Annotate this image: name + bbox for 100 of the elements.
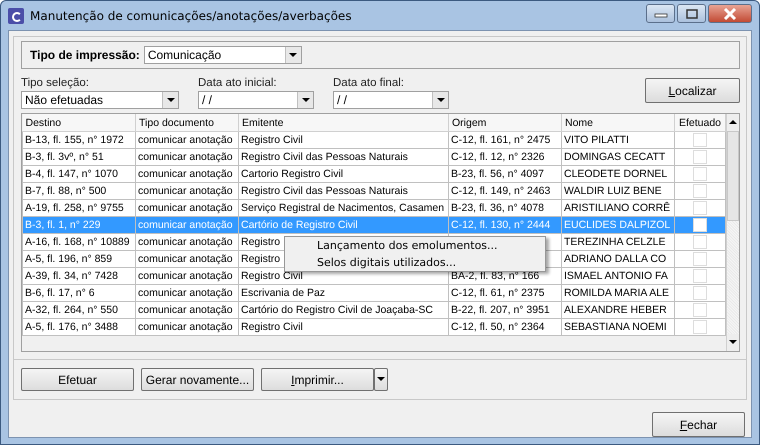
print-type-label: Tipo de impressão: xyxy=(30,48,140,62)
name-cell: DOMINGAS CECATT xyxy=(562,148,674,166)
scrollbar[interactable] xyxy=(726,114,739,351)
name-cell: TEREZINHA CELZLE xyxy=(562,234,674,250)
table-row[interactable]: B-4, fl. 147, n° 1070 comunicar anotação Cartorio Registro Civil B-23, fl. 56, n° 4097 CLEODETE DORNEL xyxy=(22,166,726,182)
checkbox[interactable] xyxy=(693,235,707,249)
caret-icon xyxy=(302,98,310,102)
name-cell: SEBASTIANA NOEMI xyxy=(562,318,674,336)
action-button[interactable]: Efetuar xyxy=(21,368,134,391)
app-logo-icon xyxy=(8,8,24,24)
name-cell: ROMILDA MARIA ALE xyxy=(562,284,674,302)
search-button[interactable]: Localizar xyxy=(645,78,740,103)
document-type-cell: comunicar anotação xyxy=(136,216,238,234)
print-type-dropdown[interactable]: Comunicação xyxy=(144,46,302,64)
destination-cell: A-5, fl. 196, n° 859 xyxy=(22,250,136,268)
caret-icon xyxy=(436,98,444,102)
table-row[interactable]: B-3, fl. 3vº, n° 51 comunicar anotação Registro Civil das Pessoas Naturais C-12, fl. 12, n° 2326 DOMINGAS CECATT xyxy=(22,148,726,166)
origin-cell: C-12, fl. 149, n° 2463 xyxy=(448,182,562,200)
issuer-cell: Cartorio Registro Civil xyxy=(238,166,448,182)
checkbox[interactable] xyxy=(693,252,707,266)
destination-cell: A-39, fl. 34, n° 7428 xyxy=(22,268,136,284)
filter-label: Tipo seleção: xyxy=(21,77,90,89)
document-type-cell: comunicar anotação xyxy=(136,318,238,336)
up-arrow-icon xyxy=(729,120,737,125)
table-row[interactable]: A-32, fl. 264, n° 550 comunicar anotação Cartório do Registro Civil de Joaçaba-SC B-22, fl. 207, n° 3951 ALEXANDRE HEBER xyxy=(22,302,726,318)
destination-cell: B-3, fl. 1, n° 229 xyxy=(22,216,136,234)
name-cell: ISMAEL ANTONIO FA xyxy=(562,268,674,284)
print-menu-button[interactable] xyxy=(374,368,388,391)
document-type-cell: comunicar anotação xyxy=(136,302,238,318)
table-row[interactable]: A-19, fl. 258, n° 9755 comunicar anotação Serviço Registral de Nacimentos, Casamen B-23, fl. 36, n° 4078 ARISTILIANO CORRÊ xyxy=(22,200,726,216)
checkbox[interactable] xyxy=(693,269,707,283)
checkbox[interactable] xyxy=(693,286,707,300)
issuer-cell: Registro Civil das Pessoas Naturais xyxy=(238,182,448,200)
filter-label: Data ato final: xyxy=(333,77,405,89)
origin-cell: C-12, fl. 12, n° 2326 xyxy=(448,148,562,166)
destination-cell: A-19, fl. 258, n° 9755 xyxy=(22,200,136,216)
column-header[interactable]: Origem xyxy=(448,114,562,132)
origin-cell: B-22, fl. 207, n° 3951 xyxy=(448,302,562,318)
destination-cell: B-7, fl. 88, n° 500 xyxy=(22,182,136,200)
caret-icon xyxy=(289,52,298,58)
origin-cell: C-12, fl. 50, n° 2364 xyxy=(448,318,562,336)
checkbox[interactable] xyxy=(693,218,707,232)
action-button[interactable]: Gerar novamente... xyxy=(141,368,254,391)
table-row[interactable]: B-13, fl. 155, n° 1972 comunicar anotação Registro Civil C-12, fl. 161, n° 2475 VITO PILATTI xyxy=(22,132,726,148)
caret-icon xyxy=(166,98,174,102)
filter-dropdown[interactable]: / / xyxy=(333,91,449,109)
name-cell: VITO PILATTI xyxy=(562,132,674,148)
table-row[interactable]: B-7, fl. 88, n° 500 comunicar anotação Registro Civil das Pessoas Naturais C-12, fl. 149, n° 2463 WALDIR LUIZ BENE xyxy=(22,182,726,200)
table-row[interactable]: B-6, fl. 17, n° 6 comunicar anotação Escrivania de Paz C-12, fl. 61, n° 2375 ROMILDA MARIA ALE xyxy=(22,284,726,302)
column-header[interactable]: Destino xyxy=(22,114,136,132)
window-title: Manutenção de comunicações/anotações/averbações xyxy=(30,8,353,22)
document-type-cell: comunicar anotação xyxy=(136,284,238,302)
document-type-cell: comunicar anotação xyxy=(136,200,238,216)
document-type-cell: comunicar anotação xyxy=(136,268,238,284)
name-cell: WALDIR LUIZ BENE xyxy=(562,182,674,200)
document-type-cell: comunicar anotação xyxy=(136,234,238,250)
issuer-cell: Registro Civil xyxy=(238,318,448,336)
checkbox[interactable] xyxy=(693,150,707,164)
issuer-cell: Cartório do Registro Civil de Joaçaba-SC xyxy=(238,302,448,318)
origin-cell: C-12, fl. 161, n° 2475 xyxy=(448,132,562,148)
filter-label: Data ato inicial: xyxy=(198,77,278,89)
column-header[interactable]: Efetuado xyxy=(674,114,726,132)
issuer-cell: Cartório de Registro Civil xyxy=(238,216,448,234)
name-cell: EUCLIDES DALPIZOL xyxy=(562,216,674,234)
name-cell: ALEXANDRE HEBER xyxy=(562,302,674,318)
column-header[interactable]: Nome xyxy=(562,114,674,132)
destination-cell: B-4, fl. 147, n° 1070 xyxy=(22,166,136,182)
checkbox[interactable] xyxy=(693,303,707,317)
origin-cell: C-12, fl. 61, n° 2375 xyxy=(448,284,562,302)
filter-dropdown[interactable]: / / xyxy=(198,91,314,109)
close-icon xyxy=(723,8,737,20)
caret-icon xyxy=(377,377,385,382)
destination-cell: A-32, fl. 264, n° 550 xyxy=(22,302,136,318)
checkbox[interactable] xyxy=(693,167,707,181)
print-button[interactable]: Imprimir... xyxy=(261,368,374,391)
document-type-cell: comunicar anotação xyxy=(136,166,238,182)
destination-cell: B-6, fl. 17, n° 6 xyxy=(22,284,136,302)
filter-dropdown[interactable]: Não efetuadas xyxy=(21,91,179,109)
maximize-button[interactable] xyxy=(677,4,706,23)
close-button[interactable] xyxy=(708,4,752,23)
destination-cell: B-3, fl. 3vº, n° 51 xyxy=(22,148,136,166)
document-type-cell: comunicar anotação xyxy=(136,182,238,200)
document-type-cell: comunicar anotação xyxy=(136,132,238,148)
name-cell: CLEODETE DORNEL xyxy=(562,166,674,182)
checkbox[interactable] xyxy=(693,320,707,334)
name-cell: ADRIANO DALLA CO xyxy=(562,250,674,268)
checkbox[interactable] xyxy=(693,133,707,147)
table-row[interactable]: A-5, fl. 176, n° 3488 comunicar anotação Registro Civil C-12, fl. 50, n° 2364 SEBASTIANA NOEMI xyxy=(22,318,726,336)
checkbox[interactable] xyxy=(693,201,707,215)
name-cell: ARISTILIANO CORRÊ xyxy=(562,200,674,216)
issuer-cell: Registro Civil das Pessoas Naturais xyxy=(238,148,448,166)
column-header[interactable]: Tipo documento xyxy=(136,114,238,132)
destination-cell: A-16, fl. 168, n° 10889 xyxy=(22,234,136,250)
close-dialog-button[interactable]: Fechar xyxy=(652,412,745,437)
minimize-button[interactable] xyxy=(646,4,675,23)
issuer-cell: Escrivania de Paz xyxy=(238,284,448,302)
checkbox[interactable] xyxy=(693,184,707,198)
column-header[interactable]: Emitente xyxy=(238,114,448,132)
destination-cell: B-13, fl. 155, n° 1972 xyxy=(22,132,136,148)
issuer-cell: Serviço Registral de Nacimentos, Casamen xyxy=(238,200,448,216)
